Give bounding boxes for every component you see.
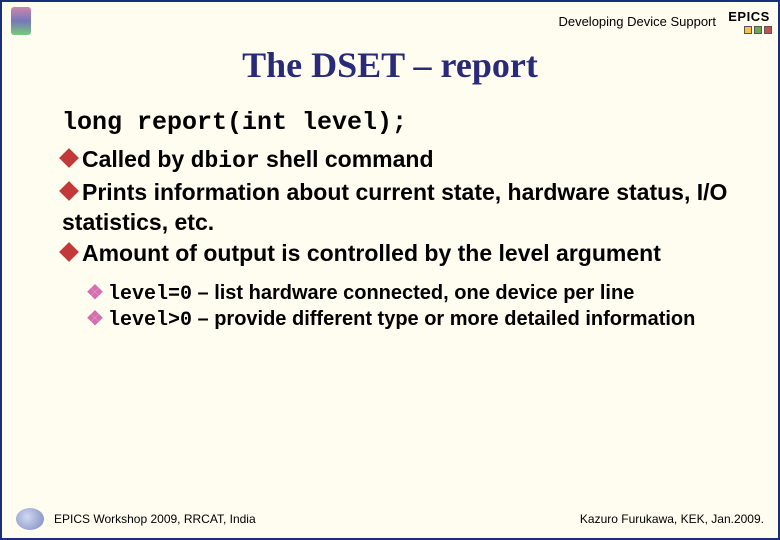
bullet-2: Prints information about current state, … — [62, 178, 742, 237]
sub-bullet-group: ❖level=0 – list hardware connected, one … — [86, 281, 742, 334]
epics-blocks-icon — [726, 26, 772, 34]
bullet-1-pre: Called by — [82, 146, 191, 172]
bullet-1-code: dbior — [191, 148, 260, 174]
sub-1-code: level=0 — [108, 283, 192, 306]
diamond-bullet-icon — [59, 242, 79, 262]
epics-logo-text: EPICS — [726, 9, 772, 24]
star-bullet-icon: ❖ — [86, 307, 104, 333]
globe-icon — [16, 508, 44, 530]
sub-bullet-2: ❖level>0 – provide different type or mor… — [86, 307, 742, 334]
header-topic: Developing Device Support — [34, 14, 720, 29]
bullet-1: Called by dbior shell command — [62, 145, 742, 176]
slide-body: long report(int level); Called by dbior … — [2, 108, 778, 334]
sub-1-text: – list hardware connected, one device pe… — [192, 282, 634, 304]
bullet-2-text: Prints information about current state, … — [62, 179, 727, 234]
epics-logo: EPICS — [726, 9, 772, 34]
bullet-3: Amount of output is controlled by the le… — [62, 239, 742, 268]
slide-footer: EPICS Workshop 2009, RRCAT, India Kazuro… — [2, 508, 778, 530]
sub-2-code: level>0 — [108, 309, 192, 332]
sub-2-text: – provide different type or more detaile… — [192, 308, 695, 330]
bullet-1-post: shell command — [260, 146, 434, 172]
function-signature: long report(int level); — [62, 108, 742, 137]
india-emblem-icon — [8, 6, 34, 36]
diamond-bullet-icon — [59, 148, 79, 168]
diamond-bullet-icon — [59, 182, 79, 202]
slide-header: Developing Device Support EPICS — [2, 2, 778, 38]
footer-left-text: EPICS Workshop 2009, RRCAT, India — [54, 512, 580, 526]
bullet-3-text: Amount of output is controlled by the le… — [82, 240, 661, 266]
star-bullet-icon: ❖ — [86, 281, 104, 307]
sub-bullet-1: ❖level=0 – list hardware connected, one … — [86, 281, 742, 308]
slide-title: The DSET – report — [2, 44, 778, 86]
footer-right-text: Kazuro Furukawa, KEK, Jan.2009. — [580, 512, 764, 526]
